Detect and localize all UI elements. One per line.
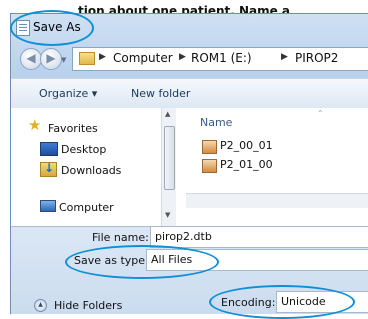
file-item[interactable]: P2_00_01	[220, 139, 273, 152]
nav-item-computer[interactable]: Computer	[59, 201, 114, 214]
column-header-name[interactable]: Name	[200, 116, 232, 129]
collapse-icon[interactable]: ▲	[34, 299, 47, 312]
nav-item-favorites[interactable]: Favorites	[48, 122, 98, 135]
address-bar[interactable]: ▶ Computer ▶ ROM1 (E:) ▶ PIROP2	[72, 47, 368, 71]
breadcrumb-rom1[interactable]: ROM1 (E:)	[191, 51, 252, 65]
folder-icon	[79, 52, 95, 65]
breadcrumb-separator[interactable]: ▶	[179, 52, 186, 62]
recent-pages-icon[interactable]: ▼	[61, 56, 66, 64]
encoding-dropdown[interactable]: Unicode	[276, 291, 368, 313]
file-list-hscrollbar[interactable]	[186, 193, 368, 208]
hide-folders-button[interactable]: Hide Folders	[54, 299, 122, 312]
toolbar: Organize ▾ New folder	[11, 78, 368, 109]
save-type-label: Save as type:	[74, 254, 149, 267]
star-icon: ★	[28, 116, 42, 134]
encoding-label: Encoding:	[221, 296, 276, 309]
window-title: Save As	[33, 20, 81, 34]
back-icon[interactable]: ◀	[20, 48, 42, 70]
file-item[interactable]: P2_01_00	[220, 158, 273, 171]
file-icon	[202, 159, 217, 173]
scroll-down-icon[interactable]: ▼	[165, 211, 170, 219]
breadcrumb-separator[interactable]: ▶	[281, 52, 288, 62]
breadcrumb-computer[interactable]: Computer	[113, 51, 173, 65]
breadcrumb-separator[interactable]: ▶	[99, 52, 106, 62]
file-name-label: File name:	[92, 231, 149, 244]
desktop-icon	[40, 142, 58, 156]
downloads-icon	[40, 161, 57, 177]
forward-icon[interactable]: ▶	[40, 48, 62, 70]
new-folder-button[interactable]: New folder	[131, 87, 190, 100]
scroll-thumb[interactable]	[164, 126, 175, 190]
save-type-dropdown[interactable]: All Files	[146, 249, 368, 271]
nav-item-desktop[interactable]: Desktop	[61, 143, 106, 156]
file-name-input[interactable]: pirop2.dtb	[150, 226, 368, 248]
computer-icon	[40, 200, 56, 212]
sort-icon: ⌃	[317, 109, 324, 118]
file-icon	[202, 140, 217, 154]
breadcrumb-pirop2[interactable]: PIROP2	[295, 51, 338, 65]
organize-button[interactable]: Organize ▾	[39, 87, 97, 100]
nav-pane-scrollbar[interactable]: ▲ ▼	[161, 108, 176, 226]
scroll-up-icon[interactable]: ▲	[165, 110, 170, 118]
nav-item-downloads[interactable]: Downloads	[61, 164, 121, 177]
window-icon	[16, 20, 30, 36]
